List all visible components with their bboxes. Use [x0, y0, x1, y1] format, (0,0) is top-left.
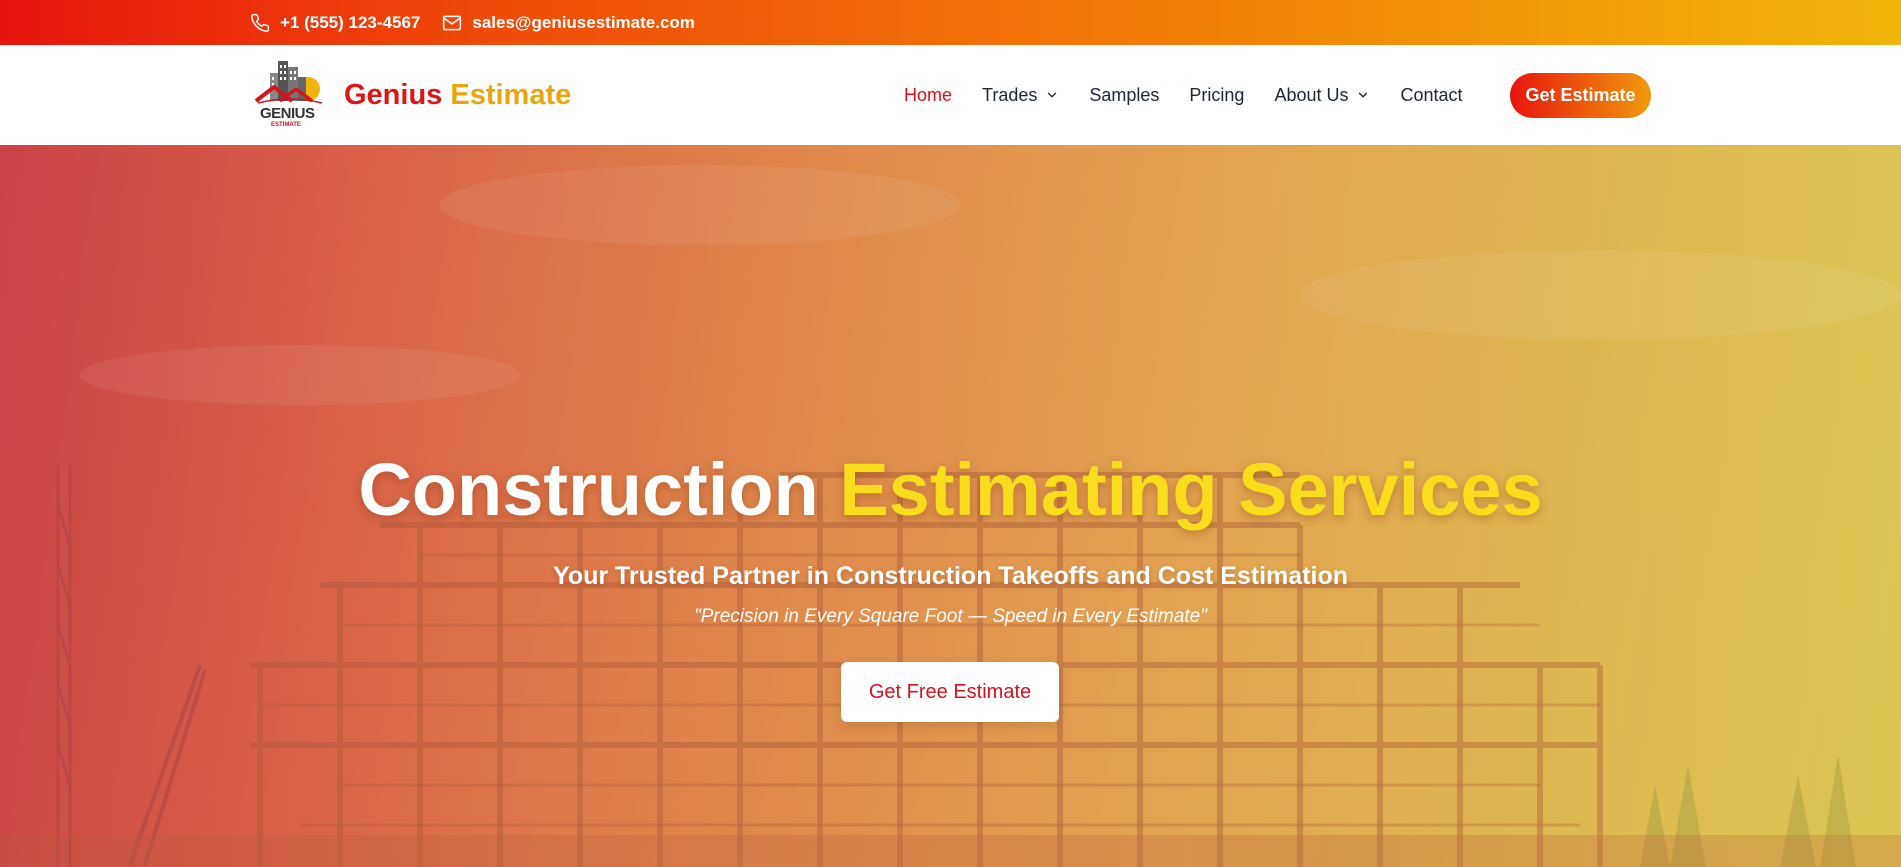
brand-home-link[interactable]: GENIUS ESTIMATE Genius Estimate — [250, 55, 571, 135]
brand-name-part2: Estimate — [450, 78, 572, 111]
logo-wordmark: GENIUS — [260, 105, 315, 122]
hero-title-part1: Construction — [358, 448, 819, 531]
hero-content: Construction Estimating Services Your Tr… — [0, 145, 1901, 867]
nav-item-trades[interactable]: Trades — [982, 85, 1059, 106]
hero-subtitle: Your Trusted Partner in Construction Tak… — [553, 562, 1348, 590]
nav-item-about-us[interactable]: About Us — [1274, 85, 1370, 106]
email-contact[interactable]: sales@geniusestimate.com — [442, 13, 695, 33]
brand-name: Genius Estimate — [344, 79, 571, 112]
nav-item-label: Contact — [1400, 84, 1463, 105]
chevron-down-icon — [1048, 92, 1057, 98]
phone-icon — [251, 13, 270, 32]
get-estimate-button[interactable]: Get Estimate — [1510, 73, 1651, 118]
main-nav: Home Trades Samples Pricing About Us Con… — [904, 45, 1463, 145]
nav-item-pricing[interactable]: Pricing — [1189, 85, 1244, 106]
chevron-down-icon — [1359, 92, 1368, 98]
nav-item-contact[interactable]: Contact — [1400, 85, 1462, 106]
nav-item-label: Home — [904, 84, 953, 105]
site-header: GENIUS ESTIMATE Genius Estimate Home Tra… — [0, 45, 1901, 145]
brand-name-part1: Genius — [344, 78, 443, 111]
hero-title-highlight: Estimating Services — [839, 448, 1543, 531]
nav-item-label: Pricing — [1189, 84, 1245, 105]
logo-subtext: ESTIMATE — [271, 122, 301, 128]
nav-item-samples[interactable]: Samples — [1089, 85, 1159, 106]
nav-item-label: Trades — [982, 84, 1038, 105]
hero-title: Construction Estimating Services — [0, 447, 1901, 532]
hero-tagline: "Precision in Every Square Foot — Speed … — [694, 606, 1207, 627]
phone-contact[interactable]: +1 (555) 123-4567 — [250, 13, 420, 33]
hero-section: Construction Estimating Services Your Tr… — [0, 145, 1901, 867]
company-logo: GENIUS ESTIMATE — [250, 55, 330, 135]
phone-number: +1 (555) 123-4567 — [280, 12, 421, 32]
nav-item-label: Samples — [1089, 84, 1160, 105]
mail-icon — [443, 15, 462, 30]
top-contact-bar: +1 (555) 123-4567 sales@geniusestimate.c… — [0, 0, 1901, 45]
nav-item-label: About Us — [1274, 84, 1349, 105]
contact-info: +1 (555) 123-4567 sales@geniusestimate.c… — [250, 13, 695, 33]
get-free-estimate-button[interactable]: Get Free Estimate — [841, 662, 1059, 722]
email-address: sales@geniusestimate.com — [472, 12, 695, 32]
nav-item-home[interactable]: Home — [904, 85, 952, 106]
